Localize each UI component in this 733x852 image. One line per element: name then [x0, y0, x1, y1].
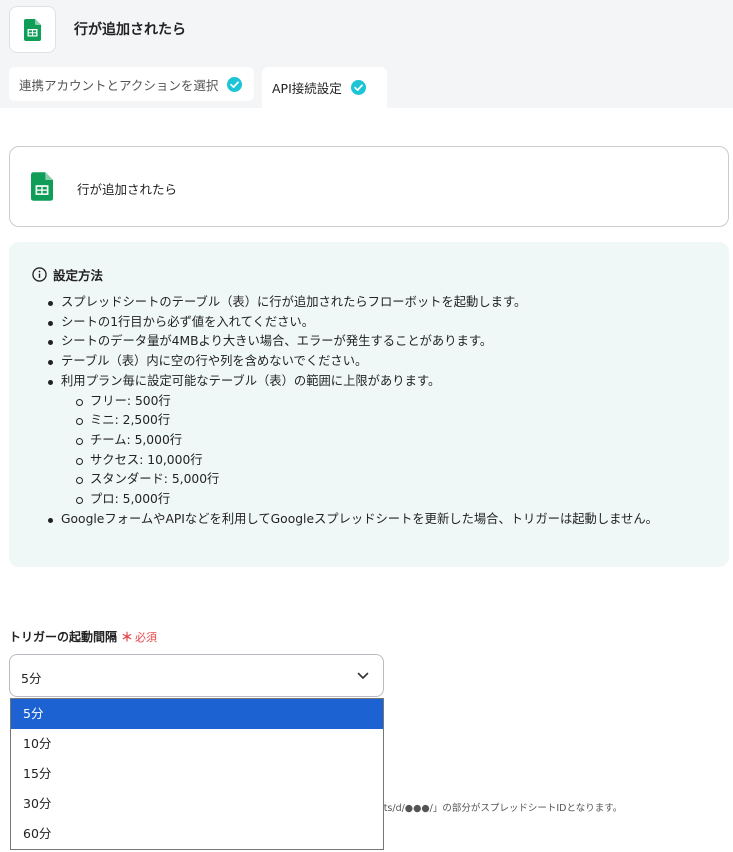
- interval-option[interactable]: 15分: [11, 759, 383, 789]
- list-item: シートの1行目から必ず値を入れてください。: [44, 313, 724, 333]
- plan-limit-item: プロ: 5,000行: [44, 490, 724, 510]
- tab-label: 連携アカウントとアクションを選択: [19, 77, 219, 93]
- chevron-down-icon: [357, 672, 369, 679]
- interval-option[interactable]: 30分: [11, 789, 383, 819]
- tab-label: API接続設定: [272, 81, 342, 96]
- list-item: GoogleフォームやAPIなどを利用してGoogleスプレッドシートを更新した…: [44, 510, 724, 530]
- trigger-card: 行が追加されたら: [9, 146, 729, 227]
- plan-limit-item: フリー: 500行: [44, 392, 724, 412]
- setup-info-box: 設定方法 スプレッドシートのテーブル（表）に行が追加されたらフローボットを起動し…: [9, 242, 729, 567]
- info-heading: 設定方法: [32, 265, 103, 284]
- check-circle-icon: [350, 80, 366, 95]
- page-title: 行が追加されたら: [74, 22, 186, 38]
- list-item: スプレッドシートのテーブル（表）に行が追加されたらフローボットを起動します。: [44, 293, 724, 313]
- interval-select[interactable]: 5分: [9, 654, 384, 697]
- info-heading-text: 設定方法: [53, 268, 104, 283]
- app-icon-box: [9, 6, 56, 53]
- info-icon: [32, 267, 47, 282]
- google-sheets-icon: [31, 172, 53, 201]
- interval-label-text: トリガーの起動間隔: [9, 630, 118, 644]
- interval-option[interactable]: 60分: [11, 819, 383, 849]
- plan-limit-item: ミニ: 2,500行: [44, 411, 724, 431]
- plan-limit-item: チーム: 5,000行: [44, 431, 724, 451]
- required-text: 必須: [135, 630, 158, 644]
- tab-account-action[interactable]: 連携アカウントとアクションを選択: [9, 67, 254, 101]
- plan-limit-item: スタンダード: 5,000行: [44, 470, 724, 490]
- header-bar: 行が追加されたら 連携アカウントとアクションを選択 API接続設定: [0, 0, 733, 108]
- spreadsheet-id-hint: eets/d/●●●/」の部分がスプレッドシートIDとなります。: [372, 803, 623, 814]
- list-item: テーブル（表）内に空の行や列を含めないでください。: [44, 352, 724, 372]
- interval-select-value: 5分: [21, 671, 42, 686]
- trigger-label: 行が追加されたら: [77, 182, 178, 197]
- interval-option[interactable]: 10分: [11, 729, 383, 759]
- list-item: シートのデータ量が4MBより大きい場合、エラーが発生することがあります。: [44, 332, 724, 352]
- interval-option[interactable]: 5分: [11, 699, 383, 729]
- interval-dropdown-list[interactable]: 5分 10分 15分 30分 60分: [10, 698, 384, 850]
- plan-limit-item: サクセス: 10,000行: [44, 451, 724, 471]
- check-circle-icon: [227, 76, 243, 92]
- interval-field-label: トリガーの起動間隔 ＊ 必須: [9, 628, 157, 645]
- required-mark: ＊: [121, 630, 134, 644]
- tab-api-settings[interactable]: API接続設定: [262, 67, 387, 108]
- google-sheets-icon: [24, 18, 41, 41]
- info-list: スプレッドシートのテーブル（表）に行が追加されたらフローボットを起動します。 シ…: [44, 293, 724, 529]
- list-item: 利用プラン毎に設定可能なテーブル（表）の範囲に上限があります。: [44, 372, 724, 392]
